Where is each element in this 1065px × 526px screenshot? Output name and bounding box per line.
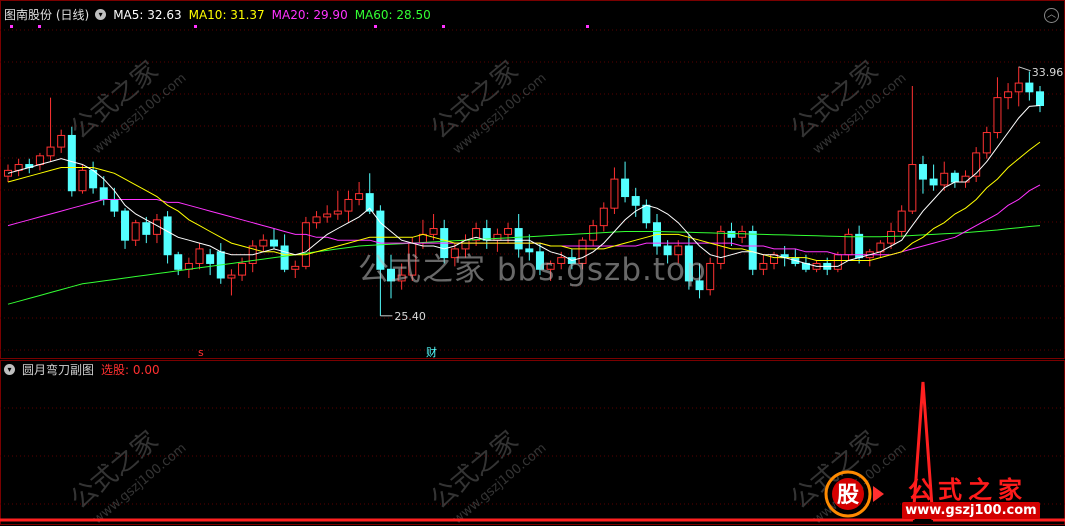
candle-body — [908, 164, 917, 212]
candle-body — [993, 97, 1002, 134]
main-legend: 图南股份 (日线) ▾ MA5: 32.63 MA10: 31.37 MA20:… — [4, 6, 438, 23]
candle-body — [504, 228, 513, 235]
candle-body — [418, 233, 427, 244]
candle-body — [833, 254, 842, 270]
brand-title: 公式之家 — [908, 476, 1028, 504]
candle-body — [706, 262, 715, 291]
candle-body — [280, 245, 289, 270]
candle-body — [355, 193, 364, 200]
event-dot — [10, 25, 13, 28]
event-dot — [374, 25, 377, 28]
event-dots — [10, 25, 589, 28]
candle-body — [929, 178, 938, 186]
candle-body — [344, 198, 353, 212]
candle-body — [35, 155, 44, 166]
candle-body — [1025, 82, 1034, 93]
candle-body — [163, 216, 172, 256]
stock-title[interactable]: 图南股份 (日线) — [4, 6, 89, 23]
diagonal-watermarks-sub: 公式之家www.gszj100.com 公式之家www.gszj100.com 公式… — [65, 426, 909, 526]
ma5-label: MA5: 32.63 — [113, 7, 182, 22]
main-border — [0, 0, 1065, 359]
candle-body — [206, 254, 215, 264]
candle-body — [238, 262, 247, 276]
candle-body — [142, 222, 151, 235]
brand-logo-box: 公式之家 www.gszj100.com — [896, 466, 1044, 522]
high-marker-line — [1018, 66, 1031, 72]
candle-body — [716, 230, 725, 264]
candle-body — [610, 178, 619, 209]
candle-body — [642, 204, 651, 224]
candle-body — [67, 134, 76, 192]
candle-body — [323, 213, 332, 218]
candle-body — [259, 239, 268, 247]
event-dot — [38, 25, 41, 28]
watermark-text: 公式之家 bbs.gszb.top — [358, 252, 707, 288]
candle-body — [918, 164, 927, 180]
high-price-label: 33.96 — [1032, 66, 1064, 79]
sub-title[interactable]: 圆月弯刀副图 — [22, 361, 94, 378]
candle-body — [599, 207, 608, 227]
ma60-label: MA60: 28.50 — [354, 7, 431, 22]
candle-body — [759, 262, 768, 270]
low-price-label: 25.40 — [394, 310, 426, 323]
candle-body — [844, 233, 853, 256]
ma20-label: MA20: 29.90 — [271, 7, 348, 22]
candle-body — [46, 146, 55, 157]
candle-body — [110, 198, 119, 212]
candle-body — [887, 230, 896, 244]
candle-body — [184, 262, 193, 270]
candle-body — [855, 233, 864, 259]
sub-value-label: 选股: 0.00 — [101, 363, 160, 377]
candle-body — [961, 175, 970, 183]
event-dot — [442, 25, 445, 28]
candle-body — [227, 274, 236, 279]
diagonal-watermarks-main: 公式之家www.gszj100.com 公式之家www.gszj100.com 公式… — [65, 56, 909, 158]
brand-url: www.gszj100.com — [902, 502, 1040, 519]
ma5-line — [7, 105, 1041, 267]
candle-body — [940, 172, 949, 186]
candle-body — [1004, 91, 1013, 99]
stock-logo-icon: 股 — [824, 470, 884, 518]
candle-body — [121, 210, 130, 241]
candle-body — [621, 178, 630, 198]
candle-body — [195, 248, 204, 264]
candle-body — [57, 134, 66, 148]
candle-body — [99, 187, 108, 200]
sub-legend: ▾ 圆月弯刀副图 选股: 0.00 — [4, 361, 167, 378]
event-dot — [586, 25, 589, 28]
candle-body — [291, 265, 300, 270]
candle-body — [78, 169, 87, 192]
candle-body — [333, 210, 342, 215]
candle-body — [269, 239, 278, 247]
candle-body — [770, 254, 779, 264]
candle-body — [1014, 82, 1023, 93]
candle-body — [982, 132, 991, 154]
candle-body — [950, 172, 959, 183]
candle-body — [1035, 91, 1045, 106]
candle-body — [631, 196, 640, 206]
candle-body — [131, 222, 140, 241]
candle-body — [897, 210, 906, 232]
sub-settings-icon[interactable]: ▾ — [4, 364, 15, 375]
candle-body — [301, 222, 310, 267]
candle-body — [727, 230, 736, 238]
candle-body — [174, 254, 183, 270]
ma10-label: MA10: 31.37 — [188, 7, 265, 22]
event-marker-s: s — [198, 346, 204, 359]
candle-body — [429, 228, 438, 235]
event-dot — [194, 25, 197, 28]
main-price-chart[interactable]: 公式之家www.gszj100.com 公式之家www.gszj100.com 公式… — [0, 0, 1065, 360]
stock-logo-char: 股 — [837, 483, 859, 508]
main-grid — [0, 0, 1065, 359]
indicator-settings-icon[interactable]: ▾ — [95, 9, 107, 20]
event-marker-cai: 财 — [426, 345, 437, 359]
candle-body — [748, 230, 757, 270]
ma10-line — [7, 141, 1041, 261]
candle-body — [493, 233, 502, 241]
candle-body — [312, 216, 321, 224]
price-labels: 33.96 25.40 s 财 — [198, 66, 1063, 359]
chevron-up-icon[interactable]: ︿ — [1044, 8, 1059, 23]
